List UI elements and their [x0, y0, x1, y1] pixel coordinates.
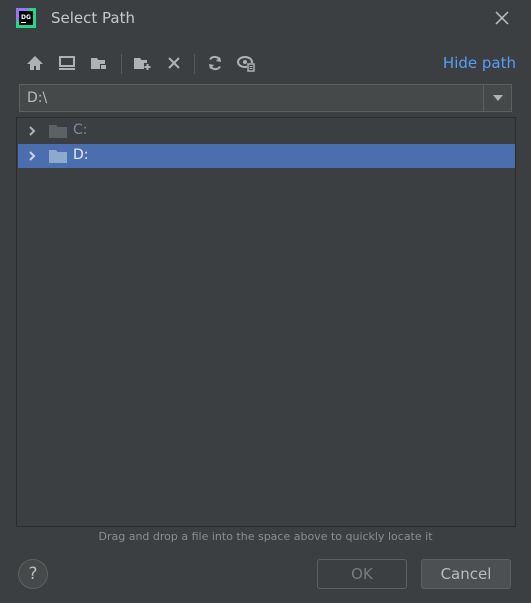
file-tree[interactable]: C: D: [16, 117, 516, 527]
title-bar: DG Select Path [0, 0, 531, 36]
show-hidden-icon[interactable] [236, 52, 258, 74]
close-icon[interactable] [493, 9, 511, 27]
chevron-right-icon[interactable] [26, 150, 38, 162]
logo-text: DG [21, 14, 31, 21]
folder-icon [49, 150, 67, 163]
chevron-right-icon[interactable] [26, 125, 38, 137]
new-folder-icon[interactable] [131, 52, 153, 74]
desktop-icon[interactable] [56, 52, 78, 74]
toolbar-separator [121, 54, 122, 74]
refresh-icon[interactable] [204, 52, 226, 74]
ok-button[interactable]: OK [317, 559, 407, 589]
project-folder-icon[interactable] [88, 52, 110, 74]
hide-path-link[interactable]: Hide path [443, 54, 516, 72]
cancel-button[interactable]: Cancel [421, 559, 511, 589]
tree-item-label: C: [73, 122, 88, 138]
dropdown-arrow-icon[interactable] [483, 85, 511, 111]
path-input[interactable] [20, 85, 484, 111]
dialog-title: Select Path [51, 9, 135, 27]
drag-drop-hint: Drag and drop a file into the space abov… [98, 530, 433, 543]
delete-icon[interactable] [163, 52, 185, 74]
help-button[interactable]: ? [18, 559, 48, 589]
home-icon[interactable] [24, 52, 46, 74]
datagrip-logo-icon: DG [16, 8, 36, 28]
tree-item-d-drive[interactable]: D: [18, 144, 515, 168]
toolbar-separator [194, 54, 195, 74]
path-combobox[interactable] [19, 84, 512, 112]
tree-item-c-drive[interactable]: C: [18, 119, 515, 143]
tree-item-label: D: [73, 147, 89, 163]
folder-icon [49, 125, 67, 138]
